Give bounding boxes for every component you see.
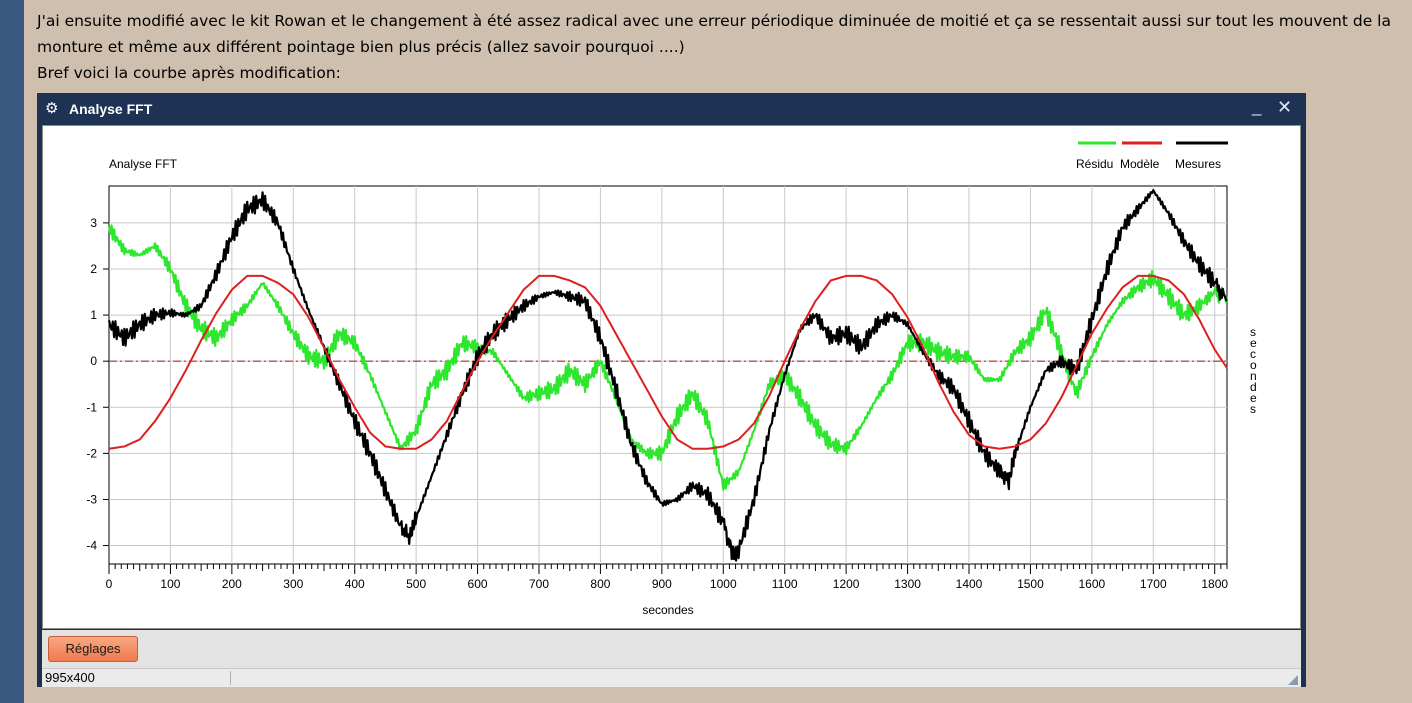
y-tick-label: -3 [86, 492, 97, 506]
fft-chart: 0 100 200 300 400 500 600 700 800 900 1000 1100 1200… [86, 141, 1257, 617]
y-tick-label: 3 [90, 216, 97, 230]
x-tick-label: 1700 [1140, 577, 1167, 591]
plot-frame [108, 185, 1228, 565]
series-mesures-line [107, 189, 1228, 562]
y-tick-label: -4 [86, 539, 97, 553]
legend-label-modele: Modèle [1120, 157, 1160, 171]
post-line-3: Bref voici la courbe après modification: [37, 64, 341, 82]
minimize-button[interactable]: _ [1252, 97, 1261, 117]
legend-label-mesures: Mesures [1175, 157, 1221, 171]
status-bar: 995x400 [42, 668, 1301, 687]
chart-title: Analyse FFT [109, 157, 178, 171]
x-tick-label: 400 [345, 577, 365, 591]
x-tick-label: 300 [283, 577, 303, 591]
x-tick-label: 600 [468, 577, 488, 591]
gear-icon: ⚙ [45, 99, 59, 117]
y-tick-label: 0 [90, 354, 97, 368]
x-tick-label: 0 [106, 577, 113, 591]
post-line-1: J'ai ensuite modifié avec le kit Rowan e… [37, 12, 1391, 30]
grid-layer [108, 185, 1228, 565]
close-button[interactable]: ✕ [1277, 97, 1292, 118]
x-tick-label: 1600 [1079, 577, 1106, 591]
x-tick-label: 500 [406, 577, 426, 591]
status-size-text: 995x400 [45, 670, 95, 685]
x-tick-label: 700 [529, 577, 549, 591]
x-tick-label: 1800 [1201, 577, 1228, 591]
forum-left-bar [0, 0, 24, 703]
bottom-panel: Réglages [42, 630, 1301, 668]
status-separator [230, 671, 231, 685]
x-tick-label: 100 [160, 577, 180, 591]
resize-grip-icon[interactable] [1288, 675, 1298, 685]
legend-label-residu: Résidu [1076, 157, 1113, 171]
x-tick-label: 1400 [956, 577, 983, 591]
x-tick-label: 1300 [894, 577, 921, 591]
forum-post-text: J'ai ensuite modifié avec le kit Rowan e… [37, 8, 1407, 86]
window-title: Analyse FFT [69, 101, 153, 117]
x-tick-label: 200 [222, 577, 242, 591]
fft-window-screenshot: ⚙ Analyse FFT _ ✕ 0 100 200 300 400 500 600 700… [37, 93, 1306, 687]
post-line-2: monture et même aux différent pointage b… [37, 38, 685, 56]
y-tick-label: -2 [86, 446, 97, 460]
y-axis-label: secondes [1250, 325, 1257, 416]
series-layer [107, 189, 1229, 562]
x-tick-label: 1000 [710, 577, 737, 591]
legend: Résidu Modèle Mesures [1076, 141, 1228, 171]
x-tick-label: 800 [590, 577, 610, 591]
reglages-button[interactable]: Réglages [48, 636, 138, 662]
y-tick-label: 2 [90, 262, 97, 276]
y-tick-label: 1 [90, 308, 97, 322]
x-tick-label: 1500 [1017, 577, 1044, 591]
x-tick-label: 1100 [772, 577, 798, 591]
y-tick-label: -1 [86, 400, 97, 414]
chart-area: 0 100 200 300 400 500 600 700 800 900 1000 1100 1200… [42, 125, 1301, 629]
window-titlebar[interactable]: ⚙ Analyse FFT _ ✕ [37, 93, 1306, 125]
x-axis-label: secondes [642, 603, 693, 617]
x-tick-label: 1200 [833, 577, 860, 591]
x-tick-label: 900 [652, 577, 672, 591]
